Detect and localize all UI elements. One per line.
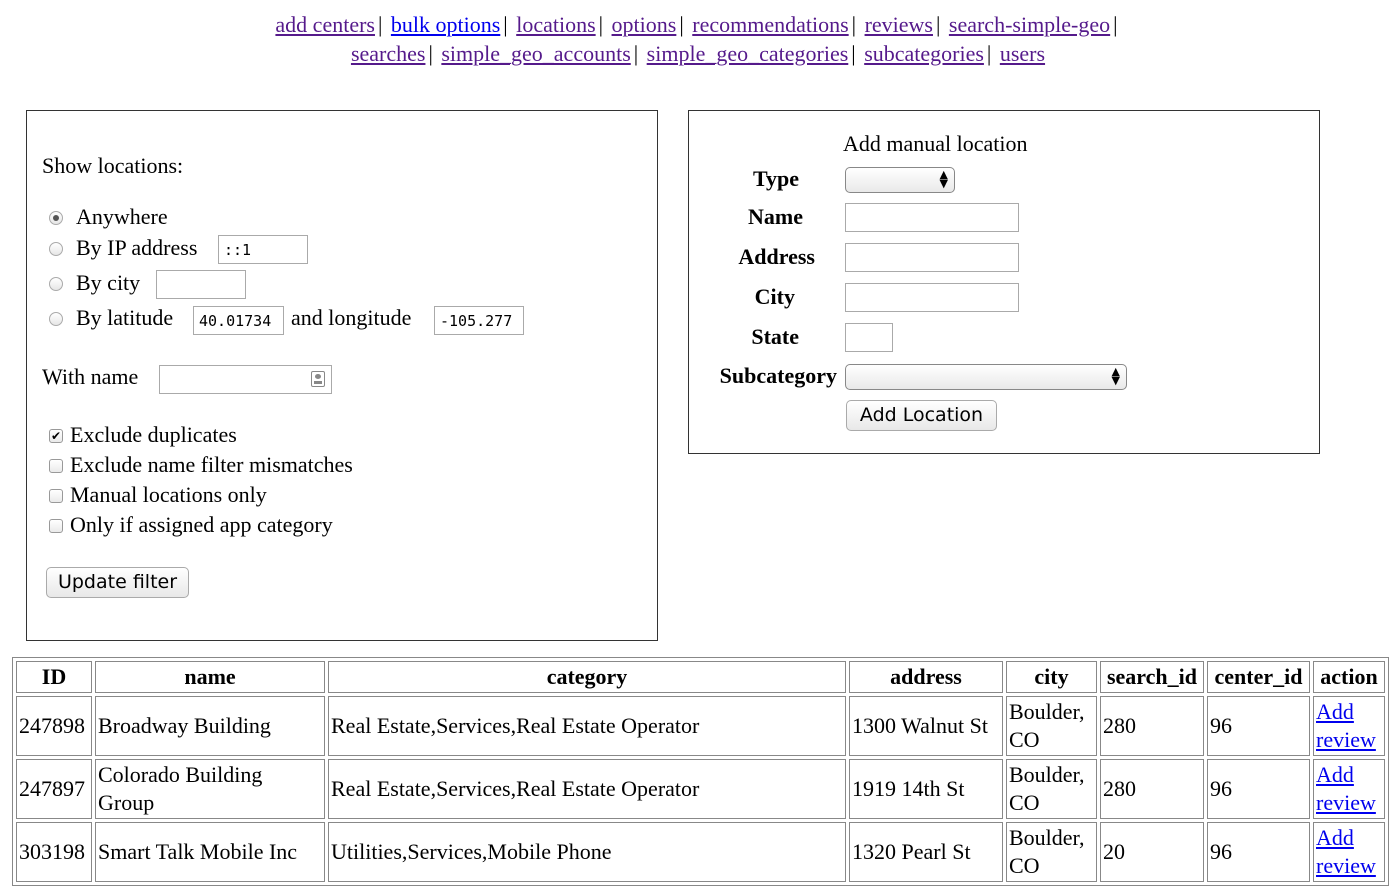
cell-address: 1320 Pearl St <box>849 822 1003 882</box>
filter-heading: Show locations: <box>42 153 184 178</box>
subcategory-label: Subcategory <box>719 363 837 388</box>
add-location-button[interactable]: Add Location <box>846 400 997 431</box>
and-longitude-label: and longitude <box>291 305 412 330</box>
cell-name: Broadway Building <box>95 696 325 756</box>
cell-name: Smart Talk Mobile Inc <box>95 822 325 882</box>
cell-action: Add review <box>1313 822 1385 882</box>
radio-by-ip[interactable] <box>49 242 63 256</box>
nav-link-subcategories[interactable]: subcategories <box>864 41 984 66</box>
column-header-center-id: center_id <box>1207 661 1310 693</box>
location-filter-form: Show locations: Anywhere By IP address :… <box>26 110 658 641</box>
nav-link-search-simple-geo[interactable]: search-simple-geo <box>949 12 1110 37</box>
cell-category: Utilities,Services,Mobile Phone <box>328 822 846 882</box>
update-filter-button[interactable]: Update filter <box>46 567 189 598</box>
type-select[interactable]: ▲ ▼ <box>845 167 955 193</box>
contact-card-icon <box>311 371 325 387</box>
nav-link-simple-geo-accounts[interactable]: simple_geo_accounts <box>441 41 630 66</box>
cell-city: Boulder, CO <box>1006 822 1097 882</box>
nav-link-options[interactable]: options <box>612 12 677 37</box>
manual-only-label: Manual locations only <box>70 482 267 507</box>
column-header-city: city <box>1006 661 1097 693</box>
cell-center-id: 96 <box>1207 759 1310 819</box>
exclude-duplicates-checkbox[interactable]: ✔ <box>49 429 63 443</box>
cell-action: Add review <box>1313 696 1385 756</box>
cell-search-id: 280 <box>1100 759 1204 819</box>
column-header-name: name <box>95 661 325 693</box>
assigned-only-checkbox[interactable] <box>49 519 63 533</box>
column-header-search-id: search_id <box>1100 661 1204 693</box>
column-header-address: address <box>849 661 1003 693</box>
name-label: Name <box>748 204 803 229</box>
nav-link-searches[interactable]: searches <box>351 41 426 66</box>
select-arrows-icon: ▲ ▼ <box>1111 365 1120 387</box>
exclude-mismatches-label: Exclude name filter mismatches <box>70 452 353 477</box>
add-review-link[interactable]: Add review <box>1316 762 1376 815</box>
nav-row-1: add centers | bulk options | locations | op… <box>275 12 1118 37</box>
cell-address: 1919 14th St <box>849 759 1003 819</box>
cell-name: Colorado Building Group <box>95 759 325 819</box>
nav-row-2: searches | simple_geo_accounts | simple_ge… <box>350 41 1046 66</box>
add-review-link[interactable]: Add review <box>1316 825 1376 878</box>
exclude-duplicates-label: Exclude duplicates <box>70 422 237 447</box>
add-review-link[interactable]: Add review <box>1316 699 1376 752</box>
add-manual-location-form: Add manual location Type ▲ ▼ Name Address… <box>688 110 1320 454</box>
longitude-input[interactable]: -105.277 <box>434 306 524 335</box>
city-label: City <box>754 284 795 309</box>
address-label: Address <box>738 244 815 269</box>
manual-state-input[interactable] <box>845 323 893 352</box>
cell-address: 1300 Walnut St <box>849 696 1003 756</box>
nav-link-recommendations[interactable]: recommendations <box>692 12 848 37</box>
table-row: 247897 Colorado Building Group Real Esta… <box>16 759 1385 819</box>
with-name-label: With name <box>42 364 139 389</box>
state-label: State <box>751 324 799 349</box>
nav-link-reviews[interactable]: reviews <box>865 12 933 37</box>
column-header-id: ID <box>16 661 92 693</box>
cell-category: Real Estate,Services,Real Estate Operato… <box>328 696 846 756</box>
type-label: Type <box>752 166 799 191</box>
table-row: 247898 Broadway Building Real Estate,Ser… <box>16 696 1385 756</box>
nav-link-locations[interactable]: locations <box>516 12 595 37</box>
nav-link-bulk-options[interactable]: bulk options <box>391 12 500 37</box>
manual-name-input[interactable] <box>845 203 1019 232</box>
manual-city-input[interactable] <box>845 283 1019 312</box>
exclude-mismatches-checkbox[interactable] <box>49 459 63 473</box>
ip-address-input[interactable]: ::1 <box>218 235 308 264</box>
radio-by-latlon[interactable] <box>49 312 63 326</box>
latitude-input[interactable]: 40.01734 <box>193 306 284 335</box>
table-header-row: ID name category address city search_id … <box>16 661 1385 693</box>
cell-center-id: 96 <box>1207 822 1310 882</box>
radio-by-city-label: By city <box>76 270 141 295</box>
cell-action: Add review <box>1313 759 1385 819</box>
cell-search-id: 280 <box>1100 696 1204 756</box>
cell-id: 247897 <box>16 759 92 819</box>
nav-link-users[interactable]: users <box>1000 41 1045 66</box>
locations-table: ID name category address city search_id … <box>12 657 1389 886</box>
cell-search-id: 20 <box>1100 822 1204 882</box>
manual-address-input[interactable] <box>845 243 1019 272</box>
subcategory-select[interactable]: ▲ ▼ <box>845 364 1127 390</box>
cell-id: 303198 <box>16 822 92 882</box>
name-filter-input[interactable] <box>159 365 332 394</box>
top-nav: add centers | bulk options | locations | op… <box>0 10 1396 68</box>
manual-only-checkbox[interactable] <box>49 489 63 503</box>
nav-link-add-centers[interactable]: add centers <box>275 12 375 37</box>
cell-center-id: 96 <box>1207 696 1310 756</box>
radio-by-city[interactable] <box>49 277 63 291</box>
select-arrows-icon: ▲ ▼ <box>939 168 948 190</box>
cell-id: 247898 <box>16 696 92 756</box>
city-input[interactable] <box>156 270 246 299</box>
cell-city: Boulder, CO <box>1006 759 1097 819</box>
cell-city: Boulder, CO <box>1006 696 1097 756</box>
cell-category: Real Estate,Services,Real Estate Operato… <box>328 759 846 819</box>
column-header-action: action <box>1313 661 1385 693</box>
assigned-only-label: Only if assigned app category <box>70 512 333 537</box>
radio-anywhere-label: Anywhere <box>76 204 168 229</box>
column-header-category: category <box>328 661 846 693</box>
radio-by-ip-label: By IP address <box>76 235 198 260</box>
manual-title: Add manual location <box>843 131 1028 156</box>
table-row: 303198 Smart Talk Mobile Inc Utilities,S… <box>16 822 1385 882</box>
radio-anywhere[interactable] <box>49 211 63 225</box>
radio-by-latitude-label: By latitude <box>76 305 174 330</box>
nav-link-simple-geo-categories[interactable]: simple_geo_categories <box>647 41 849 66</box>
